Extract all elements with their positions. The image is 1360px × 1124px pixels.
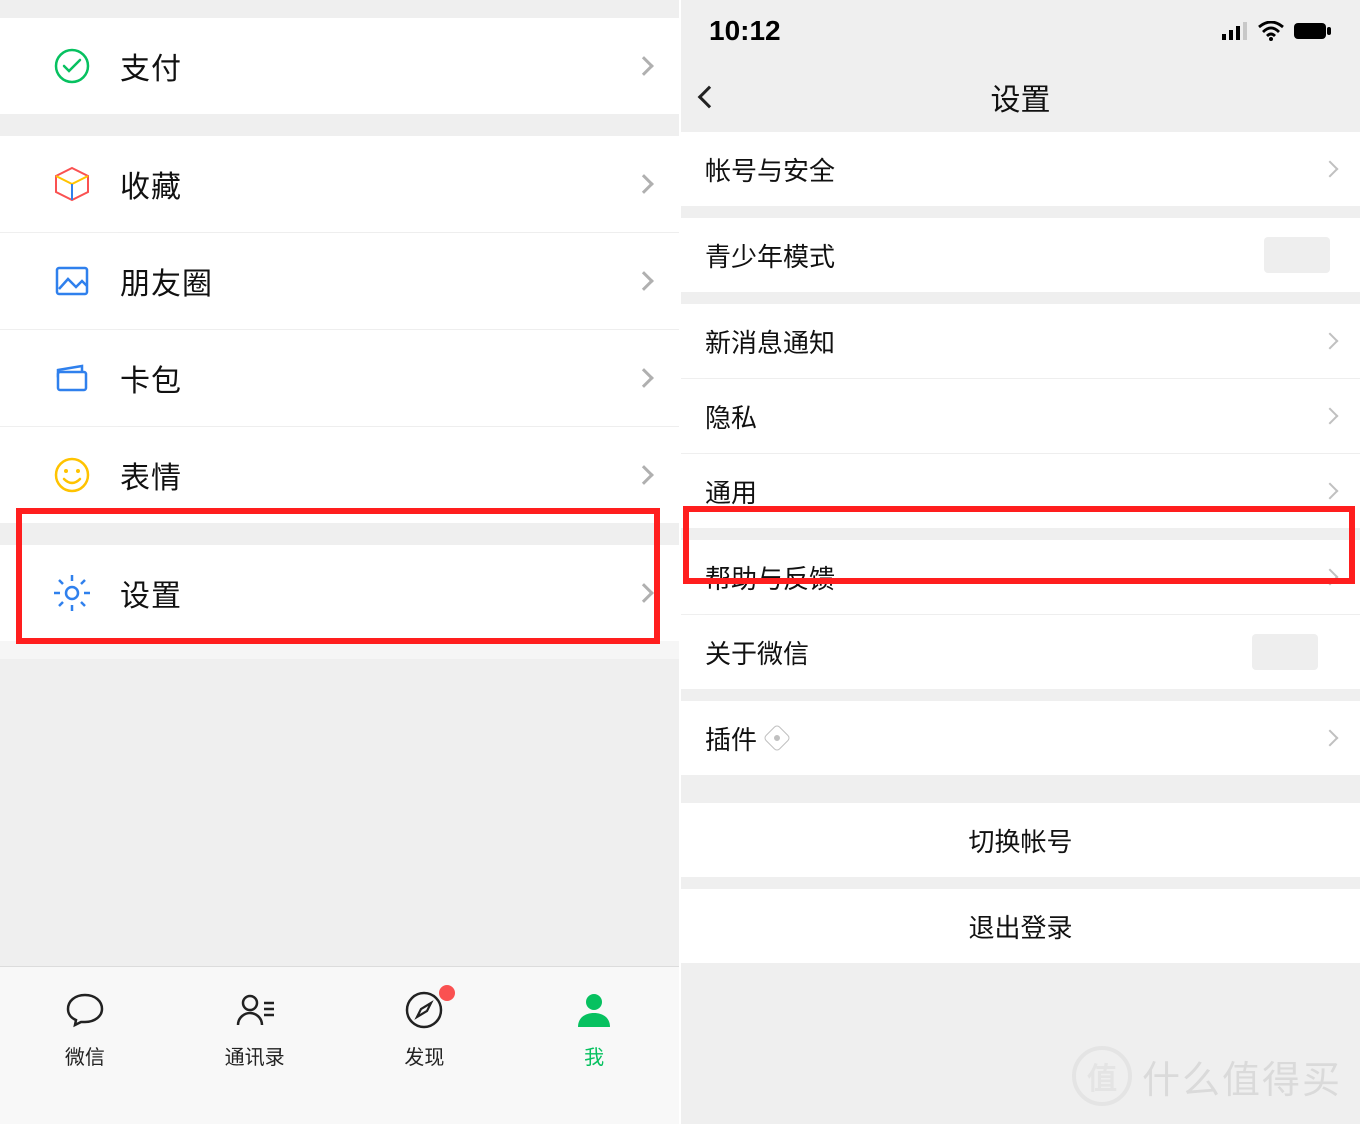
gear-icon xyxy=(46,573,98,613)
tab-chat[interactable]: 微信 xyxy=(0,967,170,1124)
status-time: 10:12 xyxy=(709,15,781,47)
chevron-right-icon xyxy=(1322,408,1339,425)
nav-title: 设置 xyxy=(681,75,1360,119)
row-account-security[interactable]: 帐号与安全 xyxy=(681,132,1360,206)
chevron-right-icon xyxy=(634,174,654,194)
chevron-right-icon xyxy=(634,465,654,485)
row-cards-label: 卡包 xyxy=(120,356,637,400)
chevron-right-icon xyxy=(634,583,654,603)
nav-bar: 设置 xyxy=(681,62,1360,132)
watermark: 值 什么值得买 xyxy=(1072,1046,1342,1106)
chevron-right-icon xyxy=(1322,333,1339,350)
plugin-icon xyxy=(763,724,791,752)
chevron-right-icon xyxy=(634,368,654,388)
row-pay[interactable]: 支付 xyxy=(0,18,679,114)
person-icon xyxy=(573,989,615,1031)
right-scroll-area: 帐号与安全 青少年模式 新消息通知 隐私 通用 xyxy=(681,132,1360,1124)
left-scroll-area: 支付 收藏 xyxy=(0,0,679,659)
blurred-badge xyxy=(1252,634,1318,670)
wallet-icon xyxy=(46,358,98,398)
watermark-badge: 值 xyxy=(1072,1046,1132,1106)
cube-icon xyxy=(46,164,98,204)
row-settings[interactable]: 设置 xyxy=(0,545,679,641)
status-bar: 10:12 xyxy=(681,0,1360,62)
row-plugin[interactable]: 插件 xyxy=(681,701,1360,775)
wifi-icon xyxy=(1258,21,1284,41)
row-favorites[interactable]: 收藏 xyxy=(0,136,679,232)
chevron-right-icon xyxy=(634,271,654,291)
signal-icon xyxy=(1222,22,1248,40)
row-moments-label: 朋友圈 xyxy=(120,259,637,303)
picture-icon xyxy=(46,261,98,301)
row-logout[interactable]: 退出登录 xyxy=(681,889,1360,963)
tab-me[interactable]: 我 xyxy=(509,967,679,1124)
row-switch-account[interactable]: 切换帐号 xyxy=(681,803,1360,877)
row-pay-label: 支付 xyxy=(120,44,637,88)
row-moments[interactable]: 朋友圈 xyxy=(0,233,679,329)
contacts-icon xyxy=(234,989,276,1031)
chevron-right-icon xyxy=(1322,161,1339,178)
row-settings-label: 设置 xyxy=(120,571,637,615)
tab-discover[interactable]: 发现 xyxy=(340,967,510,1124)
chevron-right-icon xyxy=(1322,483,1339,500)
row-teen-mode[interactable]: 青少年模式 xyxy=(681,218,1360,292)
tab-me-label: 我 xyxy=(584,1041,604,1070)
row-cards[interactable]: 卡包 xyxy=(0,330,679,426)
row-emoji-label: 表情 xyxy=(120,453,637,497)
left-screen: 支付 收藏 xyxy=(0,0,681,1124)
right-screen: 10:12 xyxy=(681,0,1360,1124)
chevron-right-icon xyxy=(634,56,654,76)
row-about[interactable]: 关于微信 xyxy=(681,615,1360,689)
chevron-right-icon xyxy=(1322,730,1339,747)
row-favorites-label: 收藏 xyxy=(120,162,637,206)
row-emoji[interactable]: 表情 xyxy=(0,427,679,523)
pay-icon xyxy=(46,46,98,86)
watermark-text: 什么值得买 xyxy=(1142,1049,1342,1104)
battery-icon xyxy=(1294,22,1332,40)
notification-badge xyxy=(439,985,455,1001)
tab-contacts[interactable]: 通讯录 xyxy=(170,967,340,1124)
tab-bar: 微信 通讯录 发现 xyxy=(0,966,679,1124)
blurred-badge xyxy=(1264,237,1330,273)
smile-icon xyxy=(46,455,98,495)
tab-discover-label: 发现 xyxy=(404,1041,444,1070)
row-privacy[interactable]: 隐私 xyxy=(681,379,1360,453)
tab-contacts-label: 通讯录 xyxy=(225,1041,285,1070)
tab-chat-label: 微信 xyxy=(65,1041,105,1070)
chat-bubble-icon xyxy=(64,989,106,1031)
row-general[interactable]: 通用 xyxy=(681,454,1360,528)
row-new-message-notify[interactable]: 新消息通知 xyxy=(681,304,1360,378)
chevron-right-icon xyxy=(1322,569,1339,586)
row-help-feedback[interactable]: 帮助与反馈 xyxy=(681,540,1360,614)
